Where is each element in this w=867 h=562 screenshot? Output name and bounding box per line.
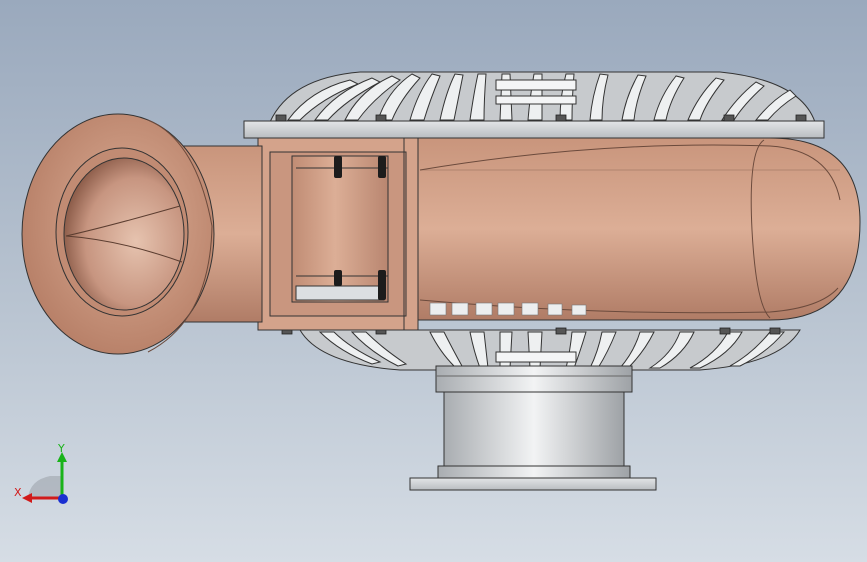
x-axis-label: X [14, 486, 22, 499]
z-axis-dot [58, 494, 68, 504]
triad-plane [28, 476, 62, 498]
y-axis-label: Y [57, 442, 65, 455]
inspection-box[interactable] [257, 137, 419, 331]
bottom-fan-guard[interactable] [299, 329, 801, 371]
graphics-viewport[interactable]: Y X [0, 0, 867, 562]
view-orientation-triad[interactable]: Y X [10, 440, 80, 510]
motor-housing[interactable] [409, 365, 657, 491]
fan-assembly-model[interactable] [0, 0, 867, 562]
inlet-flange[interactable] [21, 113, 215, 355]
top-fan-guard[interactable] [269, 71, 816, 123]
x-axis-arrow [22, 493, 32, 503]
